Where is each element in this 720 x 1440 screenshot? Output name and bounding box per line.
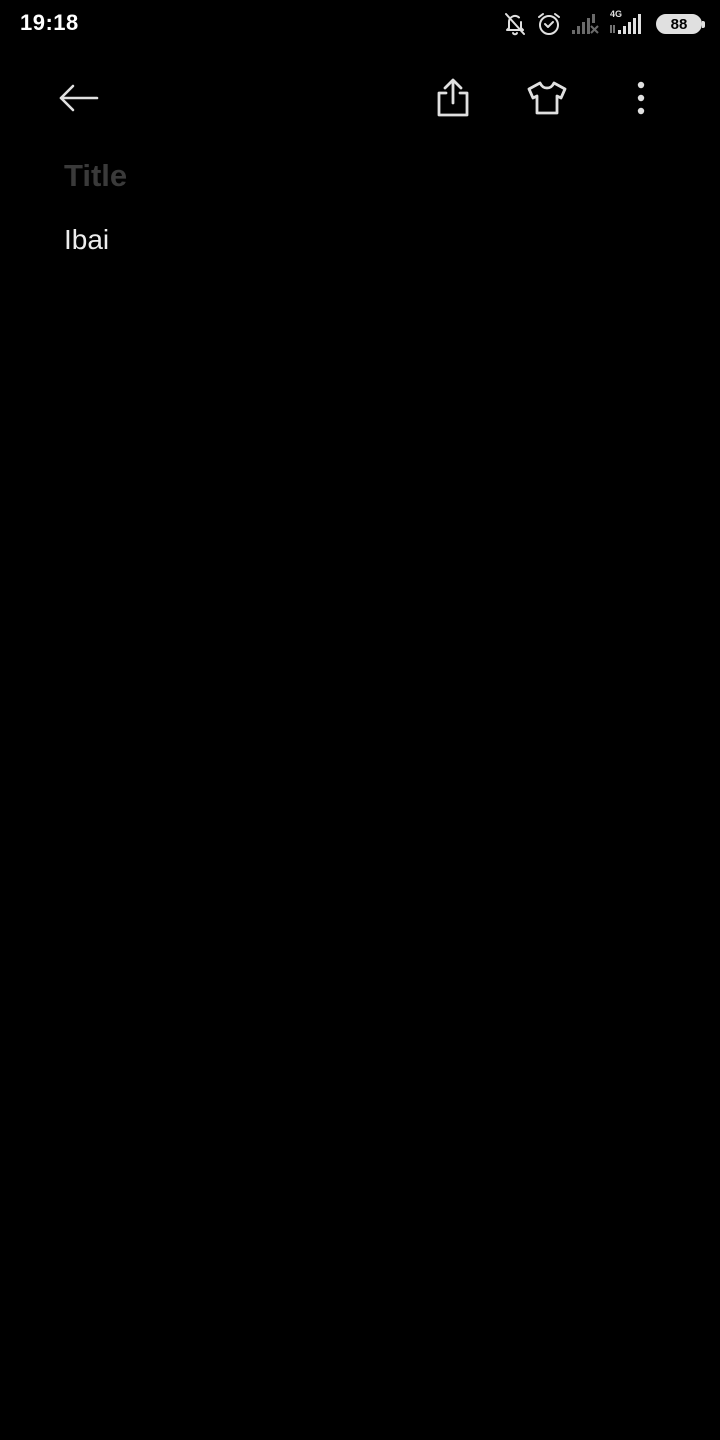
share-icon bbox=[435, 77, 471, 124]
back-arrow-icon bbox=[57, 81, 101, 120]
status-bar: 19:18 4G 88 bbox=[0, 0, 720, 48]
battery-level: 88 bbox=[670, 15, 688, 33]
bell-off-icon bbox=[502, 11, 528, 37]
top-toolbar bbox=[0, 70, 720, 130]
note-editor-screen: 19:18 4G 88 Title Ibai bbox=[0, 0, 720, 1440]
status-time: 19:18 bbox=[20, 10, 79, 35]
tshirt-icon bbox=[525, 79, 569, 122]
theme-button[interactable] bbox=[519, 72, 575, 128]
more-vert-icon bbox=[635, 80, 647, 121]
note-content: Ibai bbox=[64, 150, 664, 262]
signal-weak-icon bbox=[570, 11, 600, 37]
more-options-button[interactable] bbox=[613, 72, 669, 128]
note-body-text[interactable]: Ibai bbox=[64, 222, 664, 262]
status-icons: 4G 88 bbox=[502, 9, 705, 38]
signal-4g-icon: 4G bbox=[608, 9, 648, 37]
battery-icon: 88 bbox=[656, 14, 705, 34]
share-button[interactable] bbox=[425, 72, 481, 128]
battery-tip bbox=[702, 21, 705, 28]
note-title-input[interactable] bbox=[64, 150, 664, 202]
back-button[interactable] bbox=[51, 72, 107, 128]
alarm-icon bbox=[536, 11, 562, 37]
